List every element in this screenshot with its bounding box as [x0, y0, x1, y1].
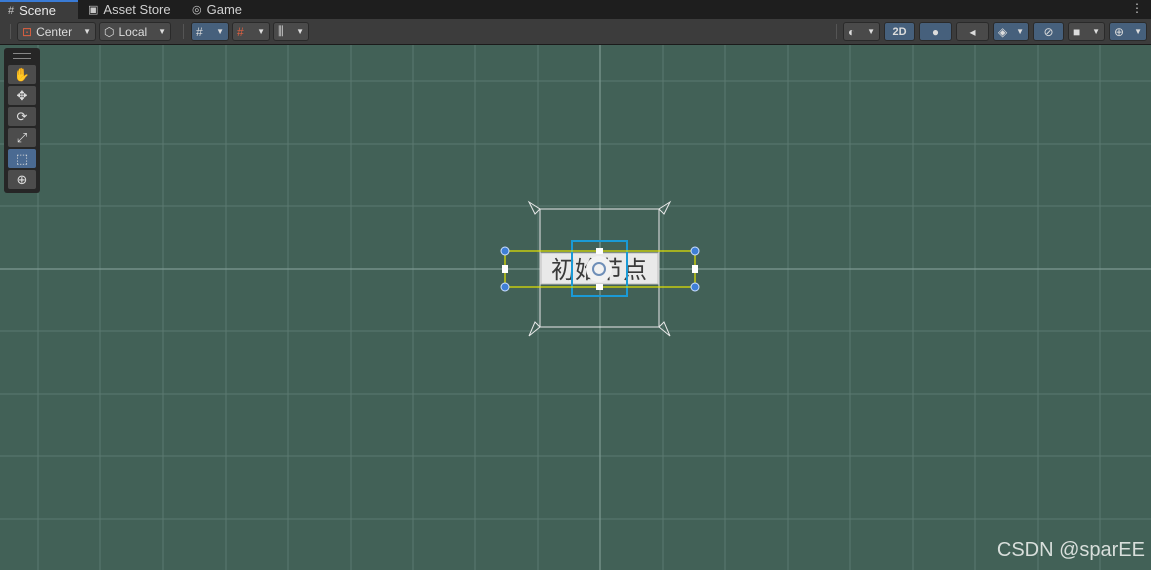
- rect-edge-handle: [692, 265, 698, 273]
- window-tab-bar: # Scene ▣ Asset Store ◎ Game ⋮: [0, 0, 1151, 19]
- scale-tool-button[interactable]: ⤢: [8, 128, 36, 147]
- rect-tool-button[interactable]: ⬚: [8, 149, 36, 168]
- speaker-icon: ◂: [969, 24, 976, 39]
- camera-icon: ■: [1073, 24, 1081, 39]
- chevron-down-icon: ▼: [83, 27, 91, 36]
- effects-dropdown[interactable]: ◈ ▼: [993, 22, 1029, 41]
- bag-icon: ▣: [88, 4, 99, 16]
- chevron-down-icon: ▼: [1092, 27, 1100, 36]
- hand-icon: ✋: [13, 66, 31, 82]
- frame-corner-handle: [658, 200, 672, 215]
- hand-tool-button[interactable]: ✋: [8, 65, 36, 84]
- chevron-down-icon: ▼: [1134, 27, 1142, 36]
- rect-edge-handle: [596, 284, 603, 290]
- pivot-mode-dropdown[interactable]: ⊡ Center ▼: [17, 22, 96, 41]
- align-icon: ⫼: [278, 24, 284, 38]
- lighting-toggle-button[interactable]: ●: [919, 22, 952, 41]
- rect-corner-handle: [690, 246, 700, 256]
- frame-corner-handle: [658, 321, 671, 337]
- align-button[interactable]: ⫼ ▼: [273, 22, 309, 41]
- shading-mode-dropdown[interactable]: ◐ ▼: [843, 22, 880, 41]
- palette-drag-handle[interactable]: [13, 53, 31, 59]
- rect-edge-handle: [596, 248, 603, 254]
- move-tool-button[interactable]: ✥: [8, 86, 36, 105]
- rect-corner-handle: [690, 282, 700, 292]
- scene-viewport[interactable]: 初始节点 CSDN @sparEE: [0, 45, 1151, 570]
- rotate-tool-button[interactable]: ⟳: [8, 107, 36, 126]
- cube-icon: ⬡: [104, 24, 115, 39]
- chevron-down-icon: ▼: [257, 27, 265, 36]
- chevron-down-icon: ▼: [1016, 27, 1024, 36]
- gizmos-dropdown[interactable]: ⊕ ▼: [1109, 22, 1147, 41]
- toolbar-separator: [10, 24, 11, 39]
- move-icon: ✥: [16, 87, 28, 103]
- frame-corner-handle: [527, 200, 541, 215]
- more-options-icon[interactable]: ⋮: [1131, 1, 1143, 15]
- transform-tool-button[interactable]: ⊕: [8, 170, 36, 189]
- tab-game-label: Game: [206, 2, 243, 17]
- rect-corner-handle: [500, 246, 510, 256]
- toolbar-separator: [183, 24, 184, 39]
- transform-icon: ⊕: [16, 171, 28, 187]
- pivot-mode-label: Center: [36, 24, 73, 39]
- tab-asset-store[interactable]: ▣ Asset Store: [80, 0, 180, 19]
- pivot-icon: ⊡: [22, 24, 33, 39]
- scene-visibility-button[interactable]: ⊘: [1033, 22, 1064, 41]
- lightbulb-icon: ●: [931, 24, 940, 39]
- pivot-rotation-dropdown[interactable]: ⬡ Local ▼: [99, 22, 171, 41]
- rotate-icon: ⟳: [16, 108, 28, 124]
- pivot-rotation-label: Local: [118, 24, 148, 39]
- toggle-2d-button[interactable]: 2D: [884, 22, 915, 41]
- toolbar-separator: [836, 24, 837, 39]
- increment-snap-icon: #: [237, 24, 244, 39]
- camera-dropdown[interactable]: ■ ▼: [1068, 22, 1105, 41]
- rect-icon: ⬚: [15, 150, 29, 166]
- frame-corner-handle: [528, 321, 541, 337]
- watermark-text: CSDN @sparEE: [996, 539, 1145, 561]
- tab-asset-store-label: Asset Store: [103, 2, 171, 17]
- chevron-down-icon: ▼: [296, 27, 304, 36]
- rect-edge-handle: [502, 265, 508, 273]
- grid-snap-icon: #: [196, 24, 203, 39]
- audio-toggle-button[interactable]: ◂: [956, 22, 989, 41]
- eye-slash-icon: ⊘: [1043, 24, 1054, 39]
- scale-icon: ⤢: [16, 129, 28, 145]
- toggle-2d-label: 2D: [892, 25, 907, 38]
- sphere-icon: ◐: [848, 24, 856, 39]
- gizmo-icon: ⊕: [1114, 24, 1125, 39]
- layers-icon: ◈: [998, 24, 1008, 39]
- tab-scene-label: Scene: [19, 3, 56, 18]
- tool-palette: ✋ ✥ ⟳ ⤢ ⬚ ⊕: [4, 48, 40, 193]
- selection-gizmo[interactable]: 初始节点: [0, 45, 1151, 570]
- chevron-down-icon: ▼: [867, 27, 875, 36]
- chevron-down-icon: ▼: [158, 27, 166, 36]
- scene-toolbar: ⊡ Center ▼ ⬡ Local ▼ # ▼ # ▼ ⫼ ▼ ◐ ▼ 2D …: [0, 19, 1151, 45]
- tab-game[interactable]: ◎ Game: [184, 0, 254, 19]
- tab-scene[interactable]: # Scene: [0, 0, 78, 19]
- grid-icon: #: [8, 4, 15, 17]
- node-icon-bg: [586, 256, 612, 282]
- grid-snap-button[interactable]: # ▼: [191, 22, 229, 41]
- increment-snap-button[interactable]: # ▼: [232, 22, 270, 41]
- rect-corner-handle: [500, 282, 510, 292]
- gamepad-icon: ◎: [192, 4, 202, 16]
- chevron-down-icon: ▼: [216, 27, 224, 36]
